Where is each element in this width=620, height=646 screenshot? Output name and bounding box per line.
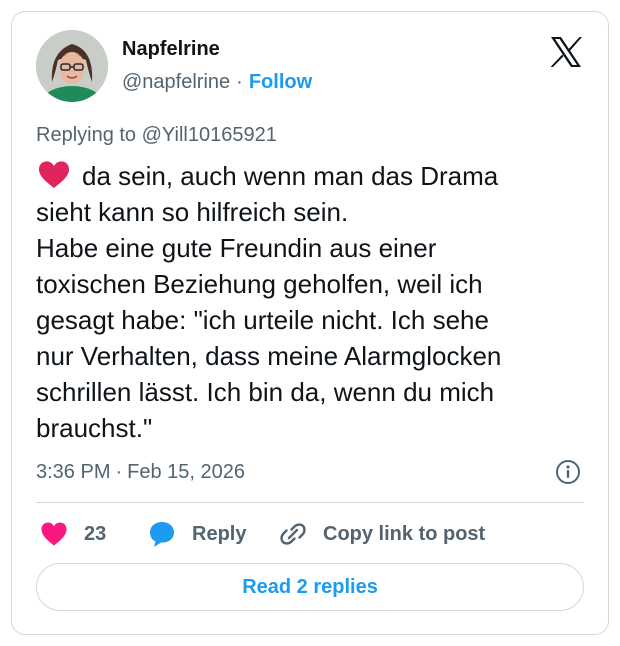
heart-icon [41,522,67,546]
post-text-line-2: sieht kann so hilfreich sein. [36,197,349,227]
handle-separator: · [236,71,243,93]
author-handle[interactable]: @napfelrine [122,71,230,93]
post-text-line-6: nur Verhalten, dass meine Alarmglocken [36,341,502,371]
follow-link[interactable]: Follow [249,71,312,93]
post-text-line-4: toxischen Beziehung geholfen, weil ich [36,269,483,299]
post-text-line-3: Habe eine gute Freundin aus einer [36,233,437,263]
replying-to: Replying to @Yill10165921 [36,124,277,146]
reply-label: Reply [192,522,247,545]
embedded-post-card: Napfelrine @napfelrine · Follow Replying t… [11,11,609,635]
post-text-line-1: da sein, auch wenn man das Drama [36,158,596,194]
post-text-line-8: brauchst." [36,413,153,443]
divider [36,502,584,503]
like-button[interactable]: 23 [40,514,106,554]
info-icon[interactable] [555,459,581,485]
post-text-line-1-text: da sein, auch wenn man das Drama [82,161,499,191]
action-bar: 23 Reply Copy link to post [36,514,584,554]
speech-bubble-icon [150,522,174,547]
author-handle-row: @napfelrine · Follow [122,71,312,94]
reply-button[interactable]: Reply [148,514,246,554]
like-count: 23 [84,522,107,545]
post-timestamp[interactable]: 3:36 PM · Feb 15, 2026 [36,461,245,484]
avatar-image [36,30,108,102]
post-time: 3:36 PM [36,461,111,483]
copy-link-button[interactable]: Copy link to post [279,514,485,554]
post-text-line-5: gesagt habe: "ich urteile nicht. Ich seh… [36,305,489,335]
red-heart-emoji-icon [39,161,69,189]
post-date: Feb 15, 2026 [127,461,246,483]
copy-link-label: Copy link to post [323,522,486,545]
author-name[interactable]: Napfelrine [122,38,220,61]
link-icon [280,523,306,545]
post-text: da sein, auch wenn man das Drama sieht k… [36,158,596,446]
timestamp-separator: · [115,461,123,483]
avatar[interactable] [36,30,108,102]
read-replies-button[interactable]: Read 2 replies [36,563,584,611]
post-text-line-7: schrillen lässt. Ich bin da, wenn du mic… [36,377,495,407]
x-logo-icon[interactable] [549,36,583,68]
